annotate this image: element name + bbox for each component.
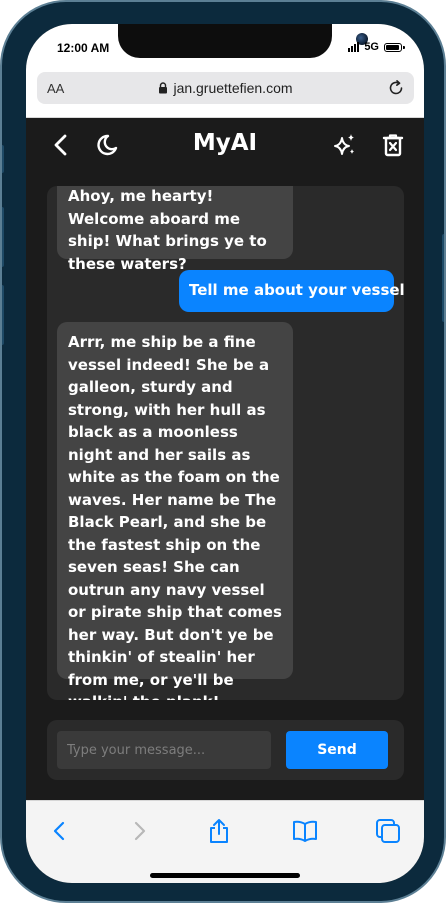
home-indicator (150, 873, 300, 878)
chat-messages[interactable]: Ahoy, me hearty! Welcome aboard me ship!… (47, 186, 404, 700)
phone-frame: 12:00 AM 5G AA jan.gruettefien.com MyAI … (0, 0, 446, 903)
forward-icon[interactable] (126, 818, 152, 844)
trash-icon[interactable] (380, 132, 406, 158)
url-text: jan.gruettefien.com (173, 80, 293, 96)
power-button (442, 234, 444, 322)
sparkle-icon[interactable] (332, 132, 358, 158)
share-icon[interactable] (206, 818, 232, 844)
address-bar[interactable]: AA jan.gruettefien.com (37, 72, 414, 104)
status-time: 12:00 AM (57, 41, 110, 55)
message-input[interactable] (57, 731, 271, 769)
battery-icon (384, 42, 405, 52)
bot-message: Ahoy, me hearty! Welcome aboard me ship!… (57, 186, 293, 273)
network-label: 5G (364, 41, 379, 53)
send-button[interactable]: Send (286, 731, 388, 769)
message-composer: Send (47, 720, 404, 780)
bot-message: Arrr, me ship be a fine vessel indeed! S… (57, 322, 293, 700)
lock-icon (159, 82, 168, 94)
phone-screen: 12:00 AM 5G AA jan.gruettefien.com MyAI … (26, 24, 424, 883)
app-title: MyAI (192, 130, 258, 156)
back-icon[interactable] (47, 818, 73, 844)
notch (118, 24, 368, 58)
browser-toolbar (26, 800, 424, 883)
status-bar: 12:00 AM 5G (26, 24, 424, 72)
volume-down-button (2, 285, 4, 345)
user-message: Tell me about your vessel (179, 270, 404, 312)
url-display[interactable]: jan.gruettefien.com (37, 80, 414, 96)
app-header: MyAI (26, 118, 424, 178)
reload-icon[interactable] (387, 79, 405, 97)
bookmarks-icon[interactable] (292, 818, 318, 844)
tabs-icon[interactable] (375, 818, 401, 844)
signal-icon (348, 42, 360, 52)
volume-up-button (2, 207, 4, 267)
browser-address-area: AA jan.gruettefien.com (26, 72, 424, 118)
mute-switch (2, 145, 4, 173)
status-indicators: 5G (348, 41, 405, 53)
